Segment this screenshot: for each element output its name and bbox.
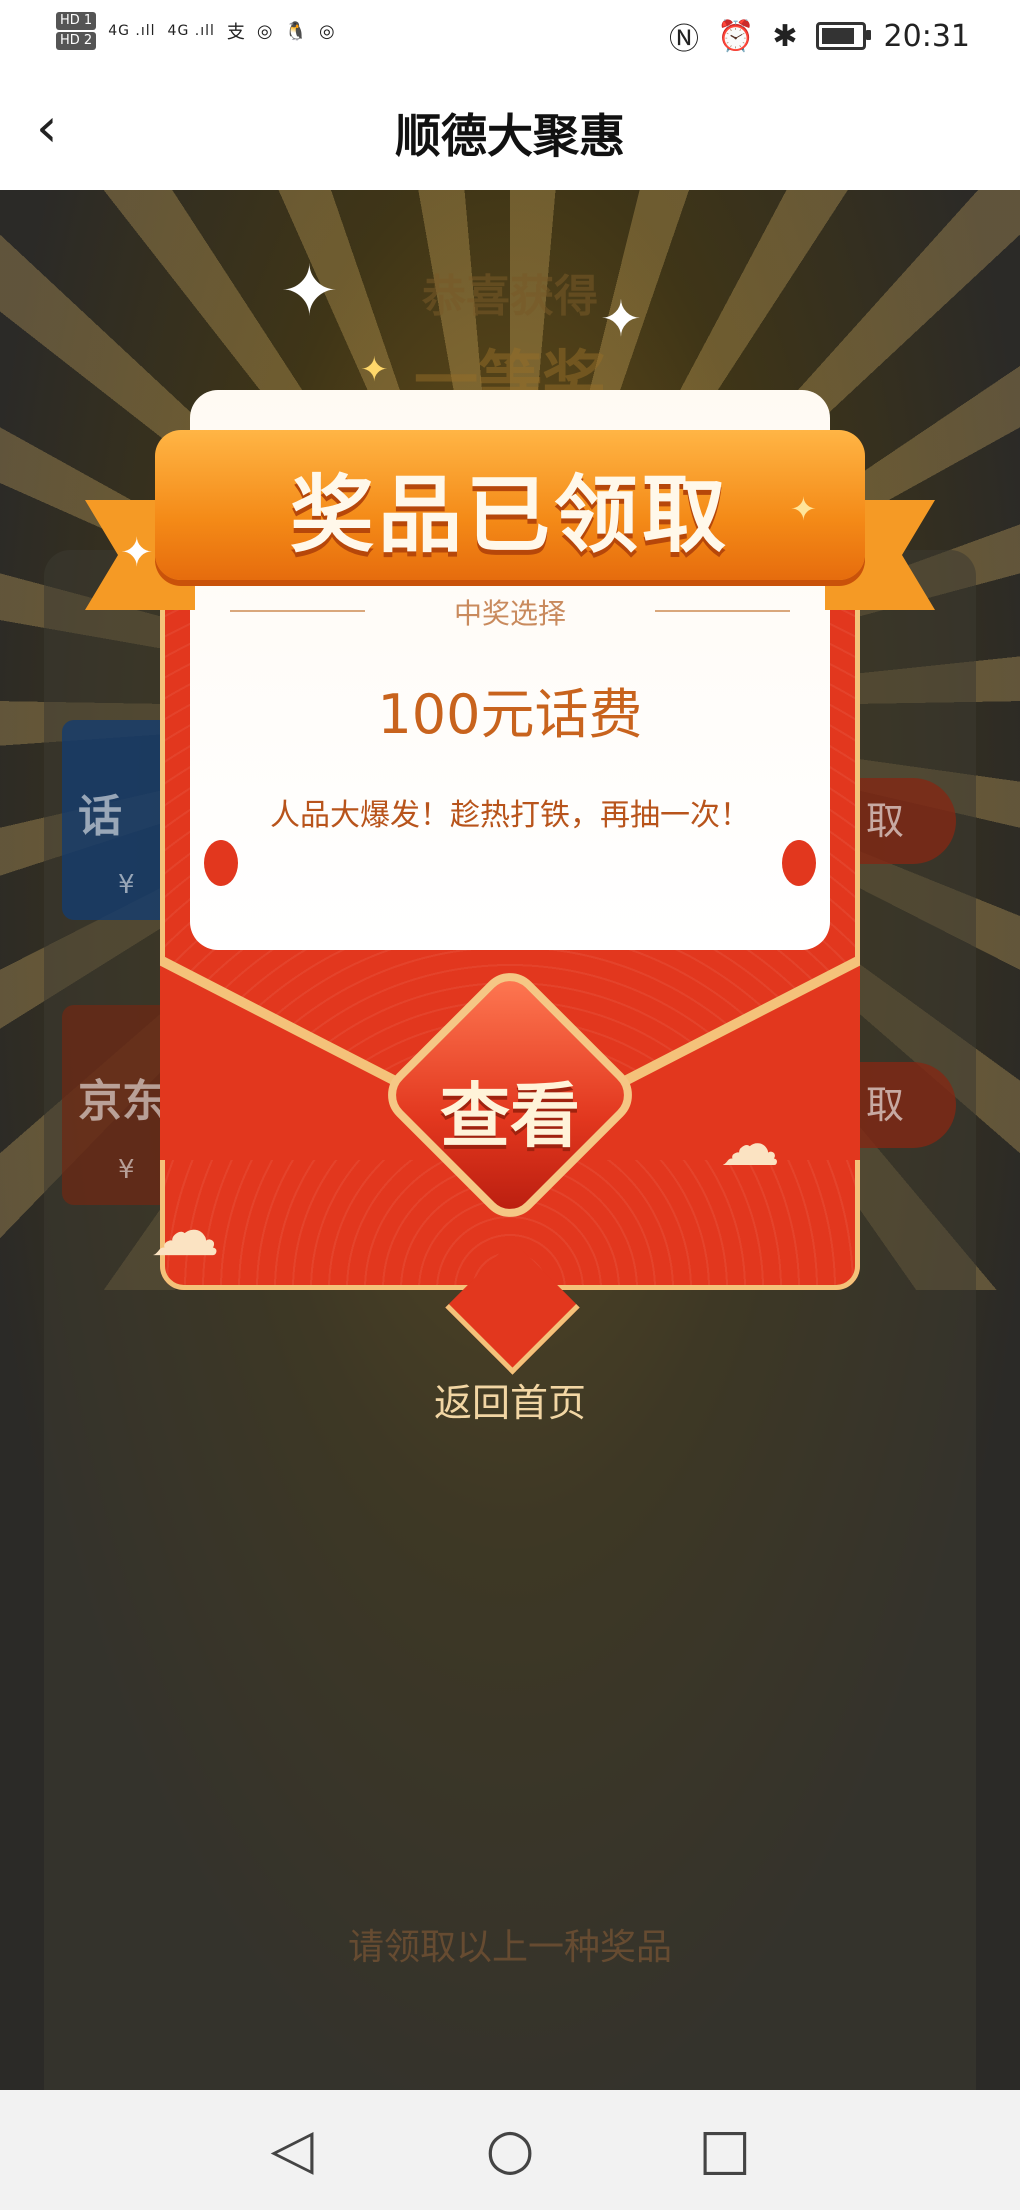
- sparkle-icon: ✦: [360, 350, 389, 390]
- nav-recent-icon[interactable]: □: [695, 2120, 755, 2180]
- prize-card-title: 话: [78, 791, 122, 842]
- prize-card-title: 京东: [78, 1076, 166, 1127]
- bg-footer-text: 请领取以上一种奖品: [347, 1927, 672, 1968]
- prize-card-currency: ¥: [118, 870, 135, 900]
- alipay-icon: 支: [226, 22, 245, 43]
- notch-right: [782, 840, 816, 886]
- cloud-icon: ☁: [720, 1110, 780, 1180]
- bluetooth-icon: ✱: [772, 18, 798, 54]
- prize-claimed-modal: 奖品已领取 ✦ ✦ ✦ ✦ ✦ 中奖选择 100元话费 人品大爆发！趁热打铁，再…: [85, 250, 935, 1375]
- bg-heading: 恭喜获得: [422, 271, 598, 322]
- section-divider: 中奖选择: [190, 590, 830, 630]
- nfc-icon: Ⓝ: [669, 22, 700, 57]
- hd2-badge: HD 2: [56, 32, 97, 50]
- sparkle-icon: ✦: [600, 290, 642, 348]
- weibo-icon: ◎: [256, 20, 273, 42]
- system-nav-bar: ◁ ○ □: [0, 2090, 1020, 2210]
- view-button-label: 查看: [440, 1075, 580, 1157]
- divider-line-right: [655, 610, 790, 612]
- alarm-icon: ⏰: [717, 18, 755, 54]
- clock: 20:31: [883, 18, 970, 54]
- nav-back-icon[interactable]: ◁: [262, 2120, 322, 2180]
- prize-name: 100元话费: [377, 683, 643, 746]
- status-bar: HD 1 HD 2 4G .ıll 4G .ıll 支 ◎ 🐧 ◎ Ⓝ ⏰ ✱ …: [0, 0, 1020, 70]
- battery-icon: [815, 22, 871, 50]
- nav-home-icon[interactable]: ○: [480, 2120, 540, 2180]
- prize-tagline: 人品大爆发！趁热打铁，再抽一次！: [270, 798, 750, 833]
- app-icon: ◎: [319, 20, 335, 42]
- page-title: 顺德大聚惠: [395, 109, 625, 163]
- sparkle-icon: ✦: [790, 490, 817, 528]
- title-bar: ‹ 顺德大聚惠: [0, 70, 1020, 190]
- section-label: 中奖选择: [453, 597, 566, 630]
- cloud-icon: ☁: [150, 1190, 220, 1272]
- hd-badges: HD 1 HD 2: [56, 12, 97, 50]
- status-right: Ⓝ ⏰ ✱ 20:31: [669, 14, 970, 58]
- signal-icon-1: 4G .ıll: [108, 23, 156, 39]
- return-home-link[interactable]: 返回首页: [0, 1372, 1020, 1427]
- hd1-badge: HD 1: [56, 12, 97, 30]
- prize-card-currency: ¥: [118, 1155, 135, 1185]
- status-left: HD 1 HD 2 4G .ıll 4G .ıll 支 ◎ 🐧 ◎: [56, 12, 335, 50]
- sparkle-icon: ✦: [280, 250, 339, 332]
- notch-left: [204, 840, 238, 886]
- sparkle-icon: ✦: [120, 530, 154, 576]
- signal-icon-2: 4G .ıll: [167, 23, 215, 39]
- qq-icon: 🐧: [284, 20, 307, 42]
- battery-fill: [821, 28, 854, 44]
- view-button[interactable]: 查看: [375, 960, 645, 1230]
- ribbon-title: 奖品已领取: [289, 466, 730, 564]
